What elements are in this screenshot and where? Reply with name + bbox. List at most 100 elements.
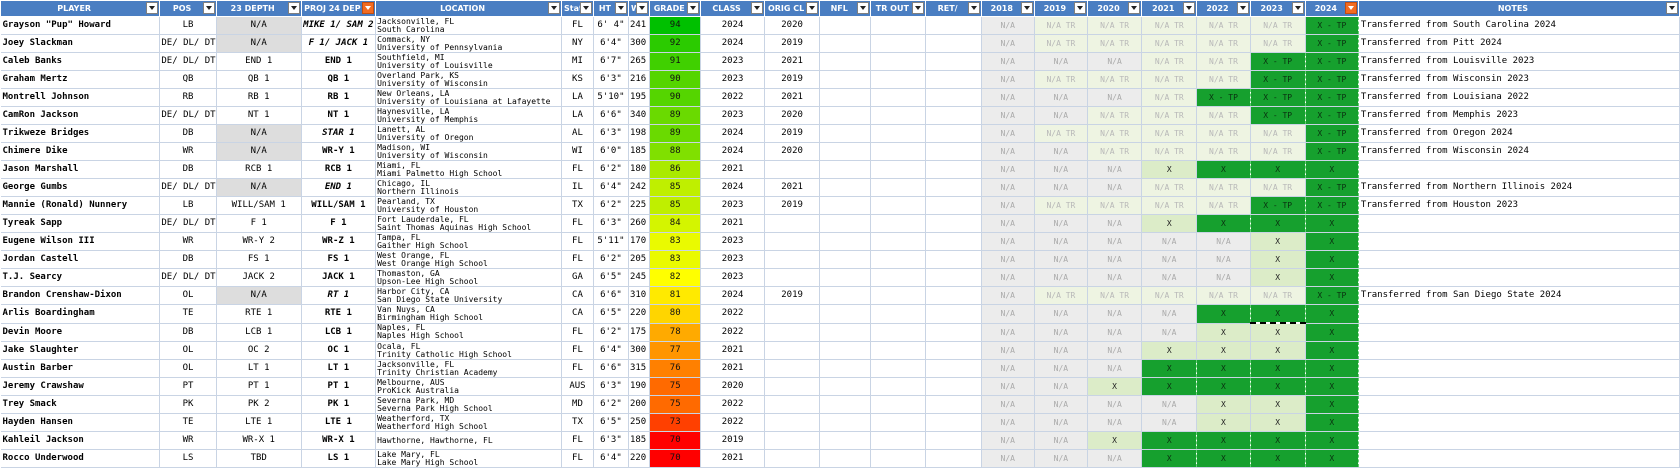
column-header[interactable]: GRADE (649, 0, 702, 17)
filter-dropdown-icon[interactable] (750, 2, 763, 14)
year-2018-cell[interactable]: N/A (981, 178, 1035, 197)
year-2019-cell[interactable]: N/A (1034, 323, 1088, 342)
orig-class-cell[interactable]: 2020 (764, 142, 821, 161)
year-2018-cell[interactable]: N/A (981, 286, 1035, 305)
notes-cell[interactable] (1358, 359, 1680, 378)
year-2024-cell[interactable]: X - TP (1305, 142, 1359, 161)
transfer-out-cell[interactable] (870, 178, 927, 197)
player-cell[interactable]: Tyreak Sapp (0, 214, 161, 233)
transfer-out-cell[interactable] (870, 323, 927, 342)
year-2020-cell[interactable]: X (1087, 377, 1143, 396)
year-2018-cell[interactable]: N/A (981, 214, 1035, 233)
filter-dropdown-icon[interactable] (912, 2, 925, 14)
year-2019-cell[interactable]: N/A (1034, 304, 1088, 324)
nfl-cell[interactable] (819, 196, 872, 215)
nfl-cell[interactable] (819, 377, 872, 396)
orig-class-cell[interactable] (764, 413, 821, 432)
proj24-cell[interactable]: MIKE 1/ SAM 2 (301, 16, 377, 35)
grade-cell[interactable]: 86 (649, 160, 702, 179)
notes-cell[interactable]: Transferred from Houston 2023 (1358, 196, 1680, 215)
column-header[interactable]: 2022 (1196, 0, 1251, 17)
class-cell[interactable]: 2024 (700, 286, 765, 305)
notes-cell[interactable] (1358, 377, 1680, 396)
year-2019-cell[interactable]: N/A (1034, 178, 1088, 197)
year-2019-cell[interactable]: N/A (1034, 413, 1088, 432)
depth23-cell[interactable]: RTE 1 (216, 304, 302, 324)
filter-dropdown-icon[interactable] (687, 2, 700, 14)
filter-dropdown-icon[interactable] (579, 2, 592, 14)
nfl-cell[interactable] (819, 214, 872, 233)
state-cell[interactable]: FL (561, 341, 594, 360)
state-cell[interactable]: GA (561, 268, 594, 287)
filter-dropdown-icon[interactable] (1236, 2, 1249, 14)
state-cell[interactable]: FL (561, 449, 594, 468)
filter-dropdown-icon[interactable] (146, 2, 159, 14)
transfer-out-cell[interactable] (870, 341, 927, 360)
year-2019-cell[interactable]: N/A (1034, 449, 1088, 468)
state-cell[interactable]: CA (561, 304, 594, 324)
year-2021-cell[interactable]: N/A (1141, 304, 1198, 324)
weight-cell[interactable]: 185 (628, 142, 651, 161)
filter-dropdown-icon[interactable] (614, 2, 627, 14)
transfer-out-cell[interactable] (870, 286, 927, 305)
class-cell[interactable]: 2024 (700, 34, 765, 53)
pos-cell[interactable]: DB (159, 124, 217, 143)
year-2021-cell[interactable]: X (1141, 160, 1198, 179)
returning-cell[interactable] (925, 178, 982, 197)
year-2019-cell[interactable]: N/A (1034, 377, 1088, 396)
year-2022-cell[interactable]: N/A TR (1196, 124, 1251, 143)
grade-cell[interactable]: 85 (649, 196, 702, 215)
orig-class-cell[interactable]: 2020 (764, 106, 821, 125)
year-2018-cell[interactable]: N/A (981, 395, 1035, 414)
year-2022-cell[interactable]: N/A TR (1196, 70, 1251, 89)
year-2019-cell[interactable]: N/A (1034, 250, 1088, 269)
nfl-cell[interactable] (819, 160, 872, 179)
notes-cell[interactable] (1358, 341, 1680, 360)
year-2021-cell[interactable]: N/A TR (1141, 52, 1198, 71)
location-cell[interactable]: Severna Park, MD Severna Park High School (375, 395, 563, 414)
year-2021-cell[interactable]: N/A TR (1141, 34, 1198, 53)
year-2020-cell[interactable]: N/A TR (1087, 286, 1143, 305)
height-cell[interactable]: 6'6" (593, 359, 629, 378)
year-2024-cell[interactable]: X - TP (1305, 34, 1359, 53)
pos-cell[interactable]: QB (159, 70, 217, 89)
depth23-cell[interactable]: LTE 1 (216, 413, 302, 432)
year-2023-cell[interactable]: N/A TR (1250, 16, 1306, 35)
column-header[interactable]: RET/ (925, 0, 982, 17)
depth23-cell[interactable]: PT 1 (216, 377, 302, 396)
state-cell[interactable]: FL (561, 250, 594, 269)
year-2022-cell[interactable]: N/A TR (1196, 106, 1251, 125)
transfer-out-cell[interactable] (870, 124, 927, 143)
state-cell[interactable]: FL (561, 323, 594, 342)
year-2021-cell[interactable]: N/A TR (1141, 106, 1198, 125)
height-cell[interactable]: 6'4" (593, 341, 629, 360)
orig-class-cell[interactable] (764, 449, 821, 468)
returning-cell[interactable] (925, 16, 982, 35)
proj24-cell[interactable]: LT 1 (301, 359, 377, 378)
state-cell[interactable]: FL (561, 214, 594, 233)
year-2020-cell[interactable]: N/A TR (1087, 70, 1143, 89)
weight-cell[interactable]: 216 (628, 70, 651, 89)
location-cell[interactable]: Hawthorne, Hawthorne, FL (375, 431, 563, 450)
notes-cell[interactable] (1358, 250, 1680, 269)
location-cell[interactable]: Chicago, IL Northern Illinois (375, 178, 563, 197)
state-cell[interactable]: AUS (561, 377, 594, 396)
nfl-cell[interactable] (819, 449, 872, 468)
nfl-cell[interactable] (819, 413, 872, 432)
year-2022-cell[interactable]: X (1196, 413, 1251, 432)
year-2020-cell[interactable]: N/A (1087, 323, 1143, 342)
returning-cell[interactable] (925, 323, 982, 342)
class-cell[interactable]: 2023 (700, 70, 765, 89)
orig-class-cell[interactable]: 2021 (764, 88, 821, 107)
year-2023-cell[interactable]: X - TP (1250, 196, 1306, 215)
player-cell[interactable]: Chimere Dike (0, 142, 161, 161)
year-2024-cell[interactable]: X - TP (1305, 178, 1359, 197)
filter-dropdown-icon[interactable] (1183, 2, 1196, 14)
grade-cell[interactable]: 70 (649, 449, 702, 468)
year-2023-cell[interactable]: N/A TR (1250, 34, 1306, 53)
year-2018-cell[interactable]: N/A (981, 449, 1035, 468)
class-cell[interactable]: 2019 (700, 431, 765, 450)
height-cell[interactable]: 6'2" (593, 323, 629, 342)
proj24-cell[interactable]: F 1 (301, 214, 377, 233)
year-2020-cell[interactable]: N/A (1087, 160, 1143, 179)
